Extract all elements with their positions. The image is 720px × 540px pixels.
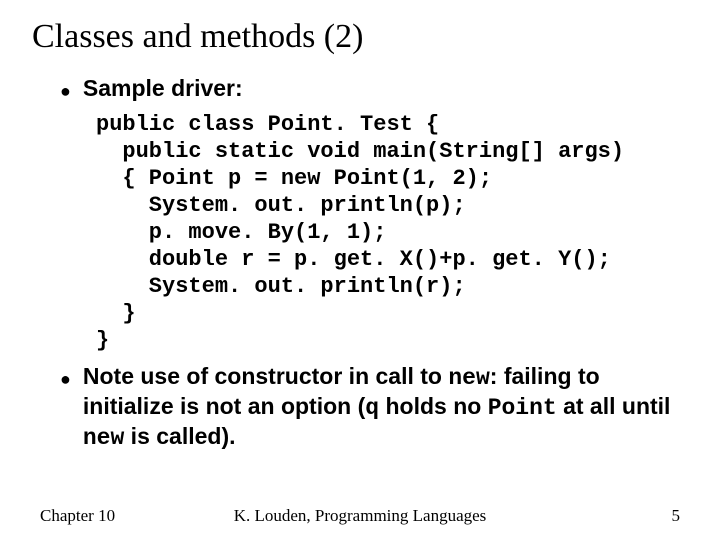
note-part-3: holds no — [379, 393, 488, 419]
note-part-1: Note use of constructor in call to — [83, 363, 448, 389]
slide: Classes and methods (2) ● Sample driver:… — [0, 0, 720, 540]
type-point: Point — [488, 395, 557, 421]
bullet-1-text: Sample driver: — [83, 74, 243, 102]
bullet-dot-icon: ● — [60, 365, 71, 393]
keyword-new: new — [448, 365, 489, 391]
slide-title: Classes and methods (2) — [32, 18, 688, 56]
bullet-dot-icon: ● — [60, 77, 71, 105]
note-part-4: at all until — [557, 393, 671, 419]
keyword-new-2: new — [83, 425, 124, 451]
footer-center: K. Louden, Programming Languages — [40, 506, 680, 526]
bullet-2-text: Note use of constructor in call to new: … — [83, 362, 688, 452]
footer: Chapter 10 K. Louden, Programming Langua… — [40, 506, 680, 526]
var-q: q — [365, 395, 379, 421]
bullet-sample-driver: ● Sample driver: — [60, 74, 688, 105]
bullet-note: ● Note use of constructor in call to new… — [60, 362, 688, 452]
note-part-5: is called). — [124, 423, 235, 449]
code-block: public class Point. Test { public static… — [96, 111, 688, 354]
